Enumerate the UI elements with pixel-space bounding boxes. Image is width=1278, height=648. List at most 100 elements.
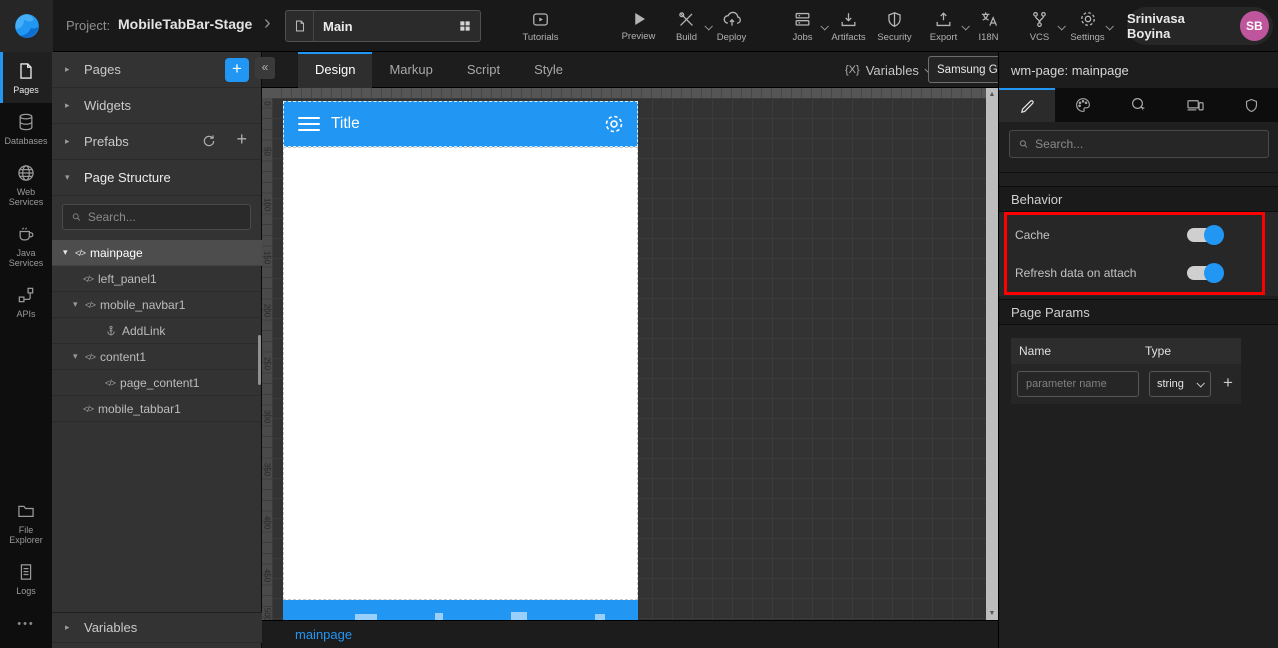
build-button[interactable]: Build	[664, 3, 713, 49]
pencil-icon	[1020, 99, 1034, 113]
security-button[interactable]: Security	[872, 3, 917, 49]
page-params-table-row: string +	[1011, 364, 1241, 404]
scroll-up-icon[interactable]: ▲	[986, 91, 998, 98]
gear-icon	[1080, 12, 1095, 26]
chevron-down-icon	[1105, 22, 1114, 31]
caret-down-icon[interactable]: ▾	[73, 299, 85, 310]
navbar-gear-icon[interactable]	[602, 112, 626, 136]
collapse-left-panel-button[interactable]: «	[255, 57, 275, 79]
sidebar-item-java-services[interactable]: Java Services	[0, 215, 52, 276]
section-page-structure[interactable]: ▾ Page Structure	[52, 160, 261, 196]
phone-preview[interactable]: Title	[283, 101, 638, 620]
tree-item-content1[interactable]: ▾ </> content1	[52, 344, 262, 370]
settings-button[interactable]: Settings	[1065, 3, 1114, 49]
tabbar-icon-fragment	[511, 612, 527, 620]
mobile-tabbar-widget[interactable]	[283, 600, 638, 620]
page-grid-icon[interactable]	[450, 19, 480, 33]
search-icon	[72, 213, 81, 221]
section-variables[interactable]: ▸ Variables	[52, 612, 262, 643]
property-inspector: wm-page: mainpage Behavior	[998, 52, 1278, 648]
structure-search-input[interactable]	[87, 210, 242, 224]
tree-scrollbar[interactable]	[258, 335, 261, 385]
hamburger-menu-icon[interactable]	[298, 113, 320, 135]
tools-icon	[679, 11, 693, 26]
property-search[interactable]	[1009, 130, 1269, 158]
topbar: Project: MobileTabBar-Stage › Main Tutor…	[0, 0, 1278, 52]
sidebar-item-pages[interactable]: Pages	[0, 52, 52, 103]
page-selector[interactable]: Main	[285, 10, 481, 42]
sidebar-item-logs[interactable]: Logs	[0, 553, 52, 604]
property-search-input[interactable]	[1035, 137, 1260, 151]
more-options-icon[interactable]: •••	[0, 604, 52, 648]
tree-item-page-content1[interactable]: </> page_content1	[52, 370, 262, 396]
param-type-select[interactable]: string	[1149, 371, 1211, 397]
i18n-button[interactable]: I18N	[966, 3, 1011, 49]
section-prefabs[interactable]: ▸ Prefabs +	[52, 124, 261, 160]
page-structure-tree: ▾ </> mainpage </> left_panel1 ▾ </> mob…	[52, 240, 262, 422]
tab-design[interactable]: Design	[298, 52, 373, 88]
section-widgets[interactable]: ▸ Widgets	[52, 88, 261, 124]
wavemaker-logo[interactable]	[0, 0, 53, 52]
structure-search[interactable]	[62, 204, 251, 230]
behavior-section-header[interactable]: Behavior	[999, 186, 1278, 212]
scroll-down-icon[interactable]: ▼	[986, 610, 998, 617]
sidebar-item-databases[interactable]: Databases	[0, 103, 52, 154]
vcs-button[interactable]: VCS	[1017, 3, 1066, 49]
tree-item-mainpage[interactable]: ▾ </> mainpage	[52, 240, 262, 266]
tabbar-icon-fragment	[435, 613, 443, 620]
add-page-button[interactable]: +	[225, 58, 249, 82]
api-nodes-icon	[18, 287, 34, 303]
caret-down-icon[interactable]: ▾	[73, 351, 85, 362]
toggle-knob	[1204, 263, 1224, 283]
design-canvas[interactable]: 0 50 100 150 200 250 300 350 400 450 500…	[262, 88, 998, 620]
tutorials-button[interactable]: Tutorials	[518, 3, 563, 49]
cache-toggle[interactable]	[1187, 225, 1224, 245]
caret-down-icon[interactable]: ▾	[63, 247, 75, 258]
page-content-widget[interactable]	[283, 147, 638, 600]
tab-script[interactable]: Script	[450, 52, 517, 88]
deploy-button[interactable]: Deploy	[709, 3, 754, 49]
variables-dropdown[interactable]: {X} Variables	[845, 52, 933, 88]
tree-item-addlink[interactable]: AddLink	[52, 318, 262, 344]
tab-devices[interactable]	[1167, 88, 1223, 122]
export-button[interactable]: Export	[921, 3, 970, 49]
sidebar-item-file-explorer[interactable]: File Explorer	[0, 492, 52, 553]
tab-properties[interactable]	[999, 88, 1055, 122]
tab-styles[interactable]	[1055, 88, 1111, 122]
breadcrumb-chevron-icon[interactable]: ›	[264, 12, 271, 35]
divider	[999, 172, 1278, 173]
section-pages[interactable]: ▸ Pages +	[52, 52, 261, 88]
tab-markup[interactable]: Markup	[372, 52, 449, 88]
pages-icon	[20, 63, 32, 79]
canvas-vertical-scrollbar[interactable]: ▲ ▼	[986, 88, 998, 620]
user-menu[interactable]: Srinivasa Boyina SB	[1127, 7, 1273, 45]
import-prefab-icon[interactable]: +	[236, 129, 247, 150]
search-icon	[1019, 140, 1028, 148]
tab-security[interactable]	[1223, 88, 1278, 122]
palette-icon	[1076, 98, 1090, 112]
left-panel: ▸ Pages + ▸ Widgets ▸ Prefabs + ▾ Page S…	[52, 52, 262, 648]
preview-button[interactable]: Preview	[616, 3, 661, 49]
tree-item-mobile-tabbar1[interactable]: </> mobile_tabbar1	[52, 396, 262, 422]
tab-events[interactable]	[1111, 88, 1167, 122]
tree-item-left-panel1[interactable]: </> left_panel1	[52, 266, 262, 292]
sidebar-item-web-services[interactable]: Web Services	[0, 154, 52, 215]
tree-item-mobile-navbar1[interactable]: ▾ </> mobile_navbar1	[52, 292, 262, 318]
cursor-click-icon	[1132, 98, 1145, 112]
refresh-icon[interactable]	[201, 133, 217, 149]
property-row-cache: Cache	[999, 216, 1278, 254]
variables-brace-icon: {X}	[845, 64, 860, 76]
column-header-name: Name	[1019, 344, 1052, 358]
refresh-data-toggle[interactable]	[1187, 263, 1224, 283]
jobs-button[interactable]: Jobs	[780, 3, 829, 49]
coffee-icon	[19, 227, 34, 241]
param-name-input[interactable]	[1017, 371, 1139, 397]
tab-style[interactable]: Style	[517, 52, 580, 88]
artifacts-button[interactable]: Artifacts	[826, 3, 871, 49]
page-tab-mainpage[interactable]: mainpage	[295, 627, 352, 642]
add-param-button[interactable]: +	[1217, 364, 1239, 404]
topbar-actions: Tutorials Preview Build Deploy Jobs Arti…	[518, 0, 1114, 52]
mobile-navbar-widget[interactable]: Title	[283, 101, 638, 147]
sidebar-item-apis[interactable]: APIs	[0, 276, 52, 327]
page-params-section-header[interactable]: Page Params	[999, 299, 1278, 325]
